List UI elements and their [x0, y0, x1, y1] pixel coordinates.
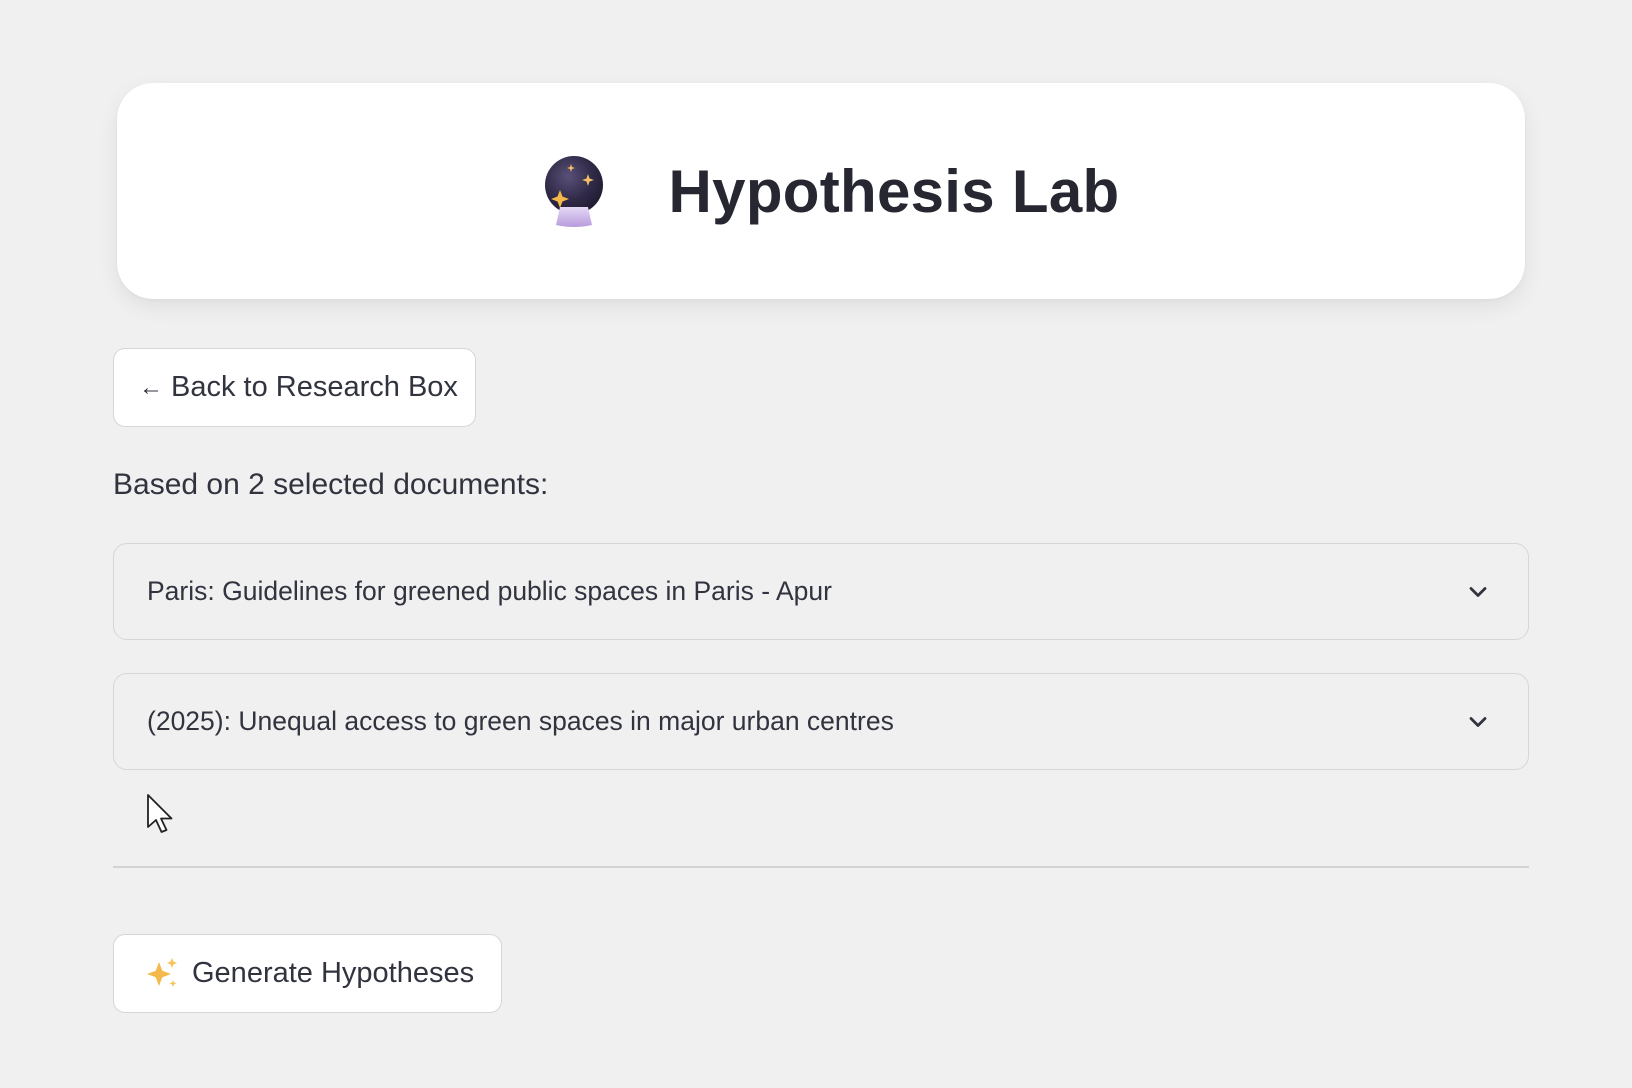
sparkles-icon: [147, 957, 177, 987]
header-content: Hypothesis Lab: [541, 154, 1120, 228]
document-title: Paris: Guidelines for greened public spa…: [147, 576, 832, 606]
back-button-label: Back to Research Box: [171, 371, 458, 403]
mouse-pointer-icon: [147, 794, 173, 833]
generate-button-label: Generate Hypotheses: [192, 957, 475, 989]
hypothesis-lab-page: Hypothesis Lab ← Back to Research Box Ba…: [0, 0, 1632, 1088]
generate-hypotheses-button[interactable]: Generate Hypotheses: [113, 934, 502, 1013]
document-expander[interactable]: Paris: Guidelines for greened public spa…: [113, 543, 1529, 640]
arrow-left-icon: ←: [139, 373, 163, 401]
back-to-research-box-button[interactable]: ← Back to Research Box: [113, 348, 476, 427]
document-title: (2025): Unequal access to green spaces i…: [147, 706, 894, 736]
crystal-ball-icon: [544, 156, 603, 227]
section-divider: [113, 866, 1529, 868]
header-card: Hypothesis Lab: [117, 83, 1525, 299]
document-expander[interactable]: (2025): Unequal access to green spaces i…: [113, 673, 1529, 770]
chevron-down-icon: [1469, 586, 1487, 597]
page-title: Hypothesis Lab: [668, 157, 1120, 225]
chevron-down-icon: [1469, 716, 1487, 727]
selection-summary: Based on 2 selected documents:: [113, 468, 549, 501]
